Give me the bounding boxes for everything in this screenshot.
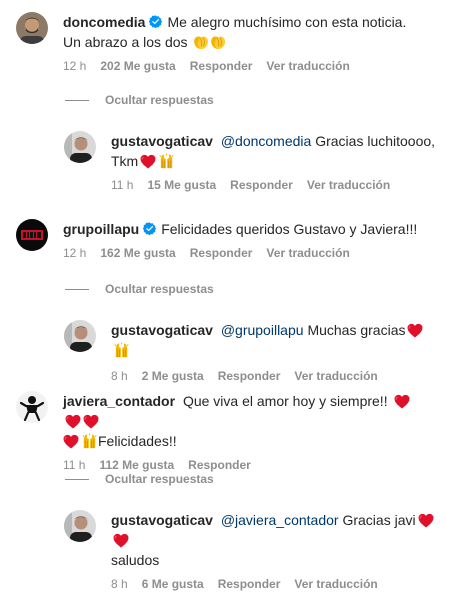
avatar[interactable] xyxy=(16,391,48,423)
timestamp: 12 h xyxy=(63,246,87,260)
mention-link[interactable]: @doncomedia xyxy=(221,133,312,149)
hide-replies-label: Ocultar respuestas xyxy=(105,93,214,107)
comment-text: javiera_contador Que viva el amor hoy y … xyxy=(63,391,423,451)
avatar[interactable] xyxy=(64,320,96,352)
comment-text: doncomedia Me alegro muchísimo con esta n… xyxy=(63,14,407,50)
username[interactable]: grupoillapu xyxy=(63,221,139,237)
comment-meta: 12 h 162 Me gusta Responder Ver traducci… xyxy=(63,245,423,261)
timestamp: 11 h xyxy=(63,458,86,472)
reply-button[interactable]: Responder xyxy=(230,177,293,193)
translate-button[interactable]: Ver traducción xyxy=(266,58,349,74)
red-heart-icon xyxy=(65,414,81,429)
likes-count[interactable]: 2 Me gusta xyxy=(142,368,204,384)
verified-badge-icon xyxy=(149,15,162,28)
avatar[interactable] xyxy=(16,219,48,251)
translate-button[interactable]: Ver traducción xyxy=(294,576,377,592)
verified-badge-icon xyxy=(143,222,156,235)
likes-count[interactable]: 162 Me gusta xyxy=(100,245,175,261)
reply-button[interactable]: Responder xyxy=(218,576,281,592)
username[interactable]: gustavogaticav xyxy=(111,322,213,338)
clapping-hands-icon xyxy=(210,34,227,50)
hide-replies-label: Ocultar respuestas xyxy=(105,282,214,296)
comment: doncomedia Me alegro muchísimo con esta n… xyxy=(16,12,423,74)
hide-replies-button[interactable]: Ocultar respuestas xyxy=(65,472,214,486)
comment: grupoillapu Felicidades queridos Gustavo … xyxy=(16,219,423,261)
comment-meta: 12 h 202 Me gusta Responder Ver traducci… xyxy=(63,58,423,74)
divider xyxy=(65,99,89,101)
reply-meta: 8 h 2 Me gusta Responder Ver traducción xyxy=(111,368,441,384)
comment-meta: 11 h 112 Me gusta Responder xyxy=(63,457,423,473)
timestamp: 8 h xyxy=(111,577,128,591)
divider xyxy=(65,478,89,480)
translate-button[interactable]: Ver traducción xyxy=(266,245,349,261)
raising-hands-icon xyxy=(81,433,98,449)
likes-count[interactable]: 202 Me gusta xyxy=(100,58,175,74)
comment-text: grupoillapu Felicidades queridos Gustavo … xyxy=(63,221,418,237)
timestamp: 8 h xyxy=(111,369,128,383)
username[interactable]: doncomedia xyxy=(63,14,145,30)
hide-replies-button[interactable]: Ocultar respuestas xyxy=(65,93,214,107)
reply-button[interactable]: Responder xyxy=(190,58,253,74)
mention-link[interactable]: @grupoillapu xyxy=(221,322,304,338)
likes-count[interactable]: 112 Me gusta xyxy=(99,457,174,473)
red-heart-icon xyxy=(63,434,79,449)
reply-button[interactable]: Responder xyxy=(218,368,281,384)
reply-button[interactable]: Responder xyxy=(188,457,251,473)
likes-count[interactable]: 15 Me gusta xyxy=(147,177,216,193)
red-heart-icon xyxy=(394,394,410,409)
hide-replies-label: Ocultar respuestas xyxy=(105,472,214,486)
username[interactable]: gustavogaticav xyxy=(111,133,213,149)
clapping-hands-icon xyxy=(193,34,210,50)
reply-button[interactable]: Responder xyxy=(190,245,253,261)
red-heart-icon xyxy=(418,513,434,528)
reply: gustavogaticav @javiera_contador Gracias… xyxy=(64,510,451,592)
avatar[interactable] xyxy=(64,131,96,163)
red-heart-icon xyxy=(407,323,423,338)
reply-text: gustavogaticav @doncomedia Gracias luchi… xyxy=(111,133,436,169)
reply-text: gustavogaticav @javiera_contador Gracias… xyxy=(111,510,451,570)
reply-meta: 8 h 6 Me gusta Responder Ver traducción xyxy=(111,576,451,592)
comment: javiera_contador Que viva el amor hoy y … xyxy=(16,391,423,473)
reply: gustavogaticav @grupoillapu Muchas graci… xyxy=(64,320,441,384)
avatar[interactable] xyxy=(64,510,96,542)
red-heart-icon xyxy=(83,414,99,429)
timestamp: 11 h xyxy=(111,178,134,192)
raising-hands-icon xyxy=(113,342,130,358)
divider xyxy=(65,288,89,290)
red-heart-icon xyxy=(140,154,156,169)
likes-count[interactable]: 6 Me gusta xyxy=(142,576,204,592)
reply: gustavogaticav @doncomedia Gracias luchi… xyxy=(64,131,441,193)
username[interactable]: javiera_contador xyxy=(63,393,175,409)
reply-text: gustavogaticav @grupoillapu Muchas graci… xyxy=(111,320,441,360)
timestamp: 12 h xyxy=(63,59,87,73)
translate-button[interactable]: Ver traducción xyxy=(294,368,377,384)
username[interactable]: gustavogaticav xyxy=(111,512,213,528)
mention-link[interactable]: @javiera_contador xyxy=(221,512,339,528)
raising-hands-icon xyxy=(158,153,175,169)
translate-button[interactable]: Ver traducción xyxy=(307,177,390,193)
red-heart-icon xyxy=(113,533,129,548)
hide-replies-button[interactable]: Ocultar respuestas xyxy=(65,282,214,296)
reply-meta: 11 h 15 Me gusta Responder Ver traducció… xyxy=(111,177,441,193)
avatar[interactable] xyxy=(16,12,48,44)
